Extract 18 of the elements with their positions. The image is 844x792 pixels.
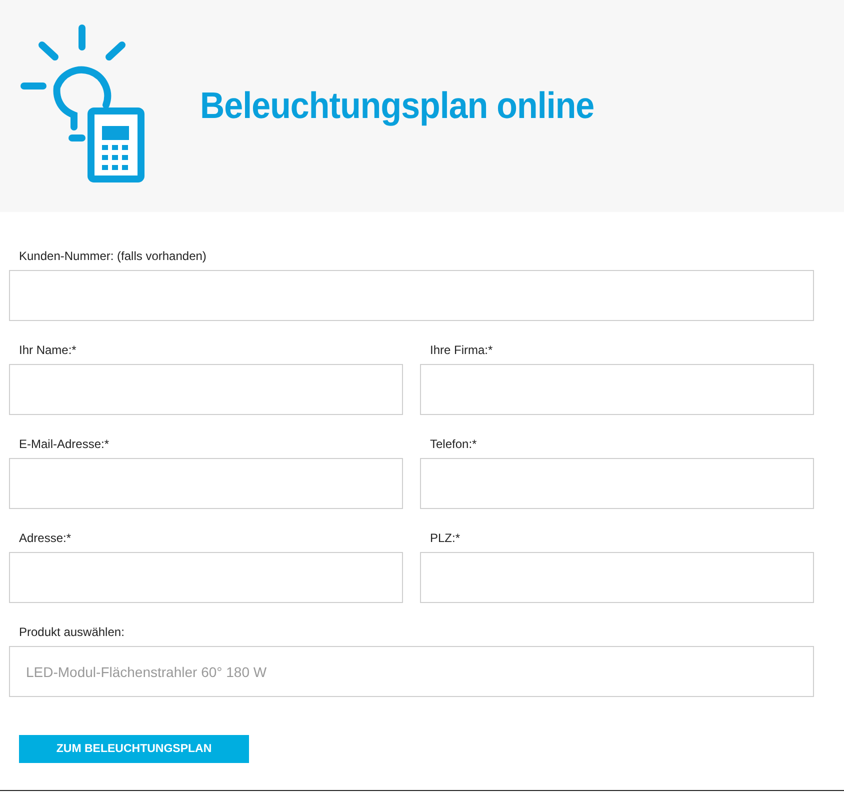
input-field[interactable] [420, 458, 814, 509]
input-field[interactable] [420, 364, 814, 415]
field-label: E-Mail-Adresse:* [18, 437, 110, 451]
field-label: Produkt auswählen: [18, 625, 126, 639]
input-field[interactable] [9, 552, 403, 603]
field-label: Adresse:* [18, 531, 72, 545]
field-label: Ihr Name:* [18, 343, 78, 357]
page-title: Beleuchtungsplan online [200, 85, 594, 127]
field-label: Kunden-Nummer: (falls vorhanden) [18, 249, 208, 263]
field-label: PLZ:* [429, 531, 462, 545]
input-field[interactable] [9, 458, 403, 509]
input-field[interactable] [9, 364, 403, 415]
input-field[interactable] [9, 270, 814, 321]
input-field[interactable]: LED-Modul-Flächenstrahler 60° 180 W [9, 646, 814, 697]
input-field[interactable] [420, 552, 814, 603]
field-label: Ihre Firma:* [429, 343, 494, 357]
field-label: Telefon:* [429, 437, 478, 451]
submit-button[interactable]: ZUM BELEUCHTUNGSPLAN [19, 735, 249, 763]
